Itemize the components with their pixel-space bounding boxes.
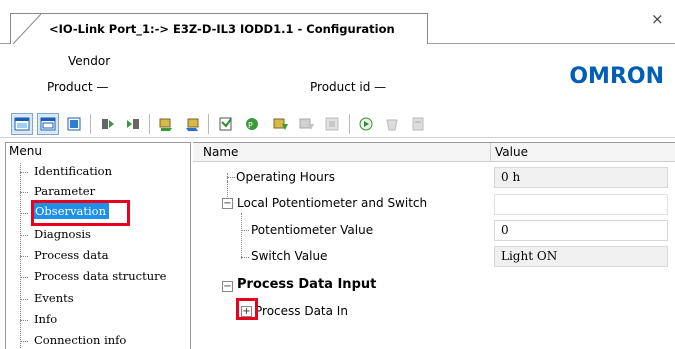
row-operating-hours-label: Operating Hours [236, 170, 335, 184]
download-param-icon [296, 113, 318, 135]
menu-panel: Menu Identification Parameter Observatio… [5, 142, 191, 349]
compare-icon[interactable] [216, 113, 238, 135]
row-process-data-in-label: Process Data In [255, 304, 348, 318]
vendor-label: Vendor [68, 54, 111, 68]
disabled-icon-2 [408, 113, 430, 135]
device-disabled-icon [322, 113, 344, 135]
tab-slant-decoration [12, 14, 42, 45]
layout-single-icon[interactable] [63, 113, 85, 135]
parameter-icon[interactable]: P [242, 113, 264, 135]
tab-title: <IO-Link Port_1:-> E3Z-D-IL3 IODD1.1 - C… [49, 22, 395, 36]
observation-highlight-box [31, 200, 130, 226]
download-icon[interactable] [122, 113, 144, 135]
close-icon[interactable]: × [651, 10, 664, 28]
potentiometer-value[interactable]: 0 [494, 220, 668, 241]
write-device-icon[interactable] [182, 113, 204, 135]
column-header-name: Name [203, 145, 239, 159]
upload-param-icon[interactable] [270, 113, 292, 135]
svg-text:P: P [248, 121, 253, 130]
grid-header: Name Value [193, 143, 675, 162]
toolbar: P [0, 110, 675, 138]
product-id-label: Product id — [310, 80, 387, 94]
layout-view-icon[interactable] [11, 113, 33, 135]
disabled-icon-1 [382, 113, 404, 135]
product-label: Product — [47, 80, 109, 94]
omron-logo: OMRON [569, 64, 664, 89]
menu-header: Menu [9, 144, 42, 158]
tab-strip: <IO-Link Port_1:-> E3Z-D-IL3 IODD1.1 - C… [0, 0, 675, 45]
row-switch-value-label: Switch Value [251, 249, 328, 263]
row-potentiometer-label: Potentiometer Value [251, 223, 374, 237]
upload-icon[interactable] [97, 113, 119, 135]
local-pot-value-cell [494, 194, 668, 215]
operating-hours-value: 0 h [494, 167, 668, 188]
layout-split-icon[interactable] [37, 113, 59, 135]
row-local-pot-label: Local Potentiometer and Switch [237, 196, 428, 210]
process-data-in-highlight-box [236, 298, 258, 320]
switch-value: Light ON [494, 246, 668, 267]
grid-panel: Name Value Operating Hours 0 h − Local P… [193, 142, 675, 349]
column-header-value: Value [495, 145, 528, 159]
tab-configuration[interactable]: <IO-Link Port_1:-> E3Z-D-IL3 IODD1.1 - C… [10, 13, 428, 45]
collapse-process-data-input-icon[interactable]: − [222, 281, 233, 292]
online-icon[interactable] [356, 113, 378, 135]
collapse-local-pot-icon[interactable]: − [222, 198, 233, 209]
read-device-icon[interactable] [156, 113, 178, 135]
row-process-data-input-label: Process Data Input [237, 277, 377, 292]
